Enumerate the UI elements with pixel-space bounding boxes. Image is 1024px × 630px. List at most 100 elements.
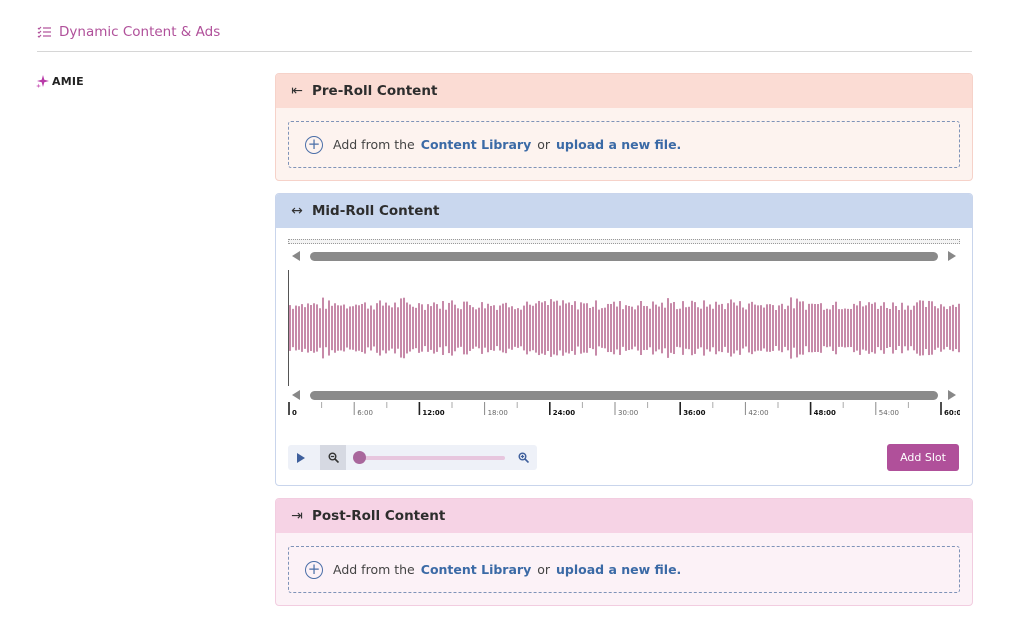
waveform-bar — [814, 304, 816, 352]
waveform-bar — [352, 306, 354, 350]
dropzone-or: or — [537, 137, 551, 152]
timeline-label: 36:00 — [683, 409, 705, 417]
waveform-bar — [484, 308, 486, 348]
waveform-bar — [358, 305, 360, 351]
play-button[interactable] — [288, 445, 314, 470]
waveform-bar — [625, 305, 627, 351]
waveform-bar — [571, 304, 573, 352]
pre-roll-title: Pre-Roll Content — [312, 83, 438, 99]
waveform-bar — [295, 305, 297, 351]
waveform-bar — [778, 305, 780, 351]
add-slot-button[interactable]: Add Slot — [887, 444, 959, 471]
zoom-in-button[interactable] — [510, 445, 536, 470]
waveform-bar — [373, 309, 375, 347]
post-roll-dropzone[interactable]: + Add from the Content Library or upload… — [288, 546, 960, 593]
timeline-label: 48:00 — [814, 409, 836, 417]
waveform-bar — [433, 302, 435, 354]
waveform[interactable] — [288, 270, 960, 386]
waveform-bar — [382, 305, 384, 351]
pre-roll-dropzone[interactable]: + Add from the Content Library or upload… — [288, 121, 960, 168]
waveform-bar — [427, 304, 429, 352]
playhead-cursor[interactable] — [288, 270, 289, 386]
waveform-bar — [919, 300, 921, 356]
waveform-bar — [925, 306, 927, 350]
waveform-bar — [463, 301, 465, 355]
waveform-bar — [748, 303, 750, 353]
content-library-link[interactable]: Content Library — [421, 137, 531, 152]
waveform-bar — [634, 309, 636, 347]
waveform-bar — [499, 305, 501, 351]
zoom-slider-knob[interactable] — [353, 451, 366, 464]
waveform-bar — [805, 309, 807, 347]
scrollbar-thumb[interactable] — [310, 391, 938, 400]
waveform-bar — [928, 300, 930, 356]
waveform-bar — [313, 303, 315, 353]
waveform-bar — [607, 303, 609, 353]
waveform-bar — [829, 309, 831, 347]
top-scrollbar[interactable] — [288, 249, 960, 263]
add-circle-icon[interactable]: + — [305, 560, 323, 579]
waveform-bar — [451, 300, 453, 356]
waveform-bar — [862, 306, 864, 350]
waveform-bar — [820, 303, 822, 353]
waveform-bar — [385, 302, 387, 354]
waveform-bar — [904, 309, 906, 347]
waveform-bar — [940, 304, 942, 352]
waveform-bar — [583, 303, 585, 353]
waveform-bar — [493, 305, 495, 351]
waveform-bar — [322, 297, 324, 359]
waveform-bar — [676, 309, 678, 347]
mid-roll-title: Mid-Roll Content — [312, 203, 440, 219]
waveform-bar — [772, 305, 774, 351]
waveform-bar — [535, 303, 537, 353]
brand-name: AMIE — [52, 75, 84, 88]
scroll-right-icon[interactable] — [948, 390, 956, 400]
waveform-bar — [598, 309, 600, 347]
scroll-right-icon[interactable] — [948, 251, 956, 261]
waveform-bar — [784, 309, 786, 347]
waveform-bar — [868, 302, 870, 354]
waveform-bar — [487, 303, 489, 353]
content-library-link[interactable]: Content Library — [421, 562, 531, 577]
timeline-label: 0 — [292, 409, 297, 417]
waveform-bar — [340, 305, 342, 351]
waveform-bar — [766, 304, 768, 352]
waveform-bar — [682, 301, 684, 355]
waveform-bar — [394, 302, 396, 354]
zoom-out-button[interactable] — [320, 445, 346, 470]
scrollbar-thumb[interactable] — [310, 252, 938, 261]
waveform-bar — [913, 305, 915, 351]
waveform-bar — [418, 303, 420, 353]
waveform-bar — [472, 307, 474, 349]
waveform-bar — [850, 308, 852, 348]
sparkle-icon — [36, 75, 49, 88]
waveform-bar — [616, 306, 618, 350]
waveform-bar — [592, 306, 594, 350]
waveform-bar — [370, 305, 372, 351]
waveform-bar — [292, 308, 294, 348]
scroll-left-icon[interactable] — [292, 390, 300, 400]
waveform-bar — [751, 301, 753, 355]
waveform-bar — [505, 302, 507, 354]
upload-file-link[interactable]: upload a new file. — [556, 562, 681, 577]
waveform-bar — [610, 304, 612, 352]
waveform-minimap[interactable] — [288, 239, 960, 244]
upload-file-link[interactable]: upload a new file. — [556, 137, 681, 152]
waveform-bar — [466, 301, 468, 355]
waveform-bar — [415, 307, 417, 349]
waveform-bar — [910, 309, 912, 347]
add-circle-icon[interactable]: + — [305, 135, 323, 154]
zoom-slider-track[interactable] — [355, 456, 505, 460]
waveform-bar — [430, 306, 432, 350]
waveform-bar — [733, 302, 735, 354]
waveform-bar — [955, 306, 957, 350]
zoom-in-icon — [518, 452, 529, 463]
waveform-bar — [574, 301, 576, 355]
bottom-scrollbar[interactable] — [288, 388, 960, 402]
waveform-bar — [706, 306, 708, 350]
waveform-bar — [532, 305, 534, 351]
timeline-label: 54:00 — [879, 409, 899, 417]
scroll-left-icon[interactable] — [292, 251, 300, 261]
waveform-bar — [757, 305, 759, 351]
waveform-bar — [379, 300, 381, 356]
